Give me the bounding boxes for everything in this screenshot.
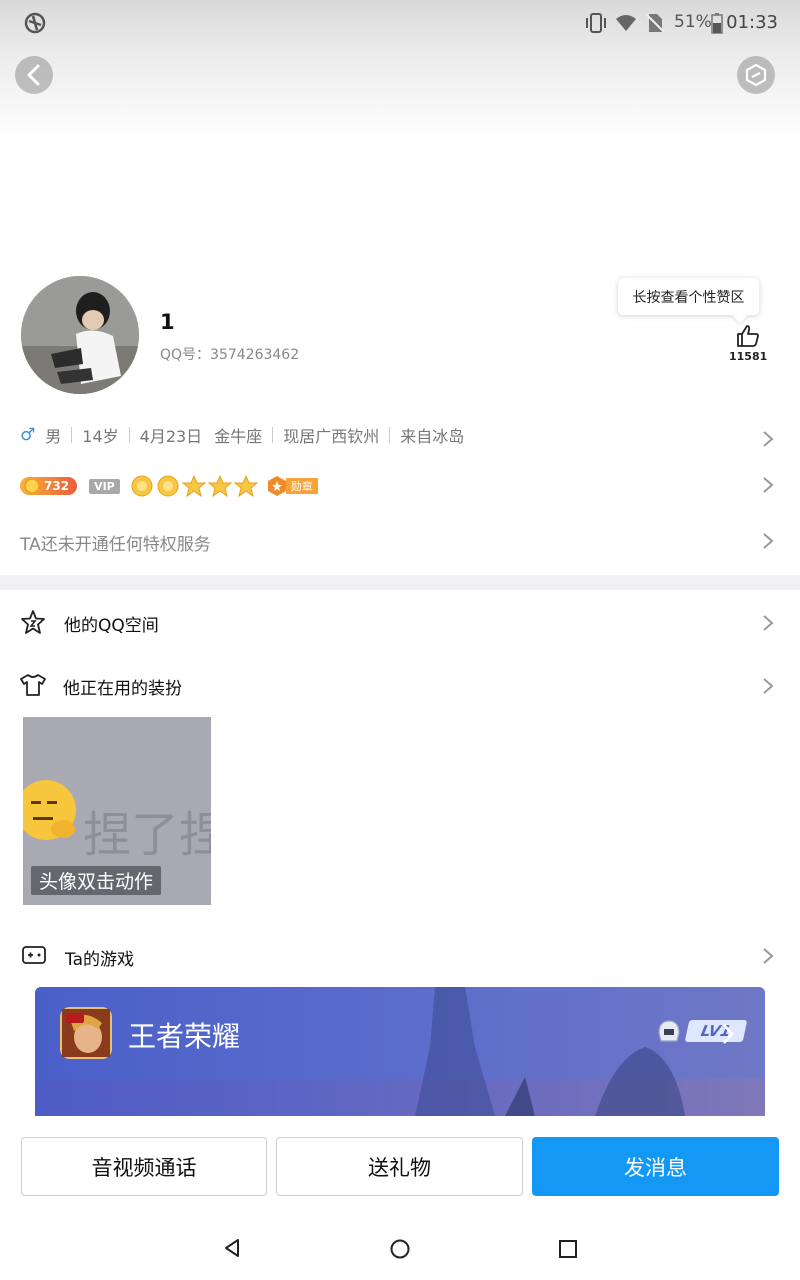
chevron-left-icon [27, 64, 40, 86]
game-hero-icon [62, 1009, 110, 1057]
clock: 01:33 [726, 12, 778, 33]
divider [71, 427, 73, 443]
gender-text: 男 [45, 427, 62, 446]
gamepad-icon [22, 946, 46, 964]
action-caption: 头像双击动作 [31, 866, 162, 895]
outfit-link[interactable]: 他正在用的装扮 [63, 674, 182, 699]
location-text: 现居广西钦州 [283, 427, 380, 446]
profile-info-row[interactable]: ♂ 男 14岁 4月23日 金牛座 现居广西钦州 来自冰岛 [20, 424, 464, 446]
game-app-icon [60, 1007, 112, 1059]
avatar[interactable] [21, 276, 139, 394]
hexagon-settings-icon [745, 63, 767, 87]
chevron-right-icon[interactable] [762, 614, 774, 632]
chevron-right-icon [723, 1024, 734, 1044]
tshirt-icon [20, 674, 46, 696]
battery-icon [711, 13, 723, 34]
bottom-action-bar: 音视频通话 送礼物 发消息 [0, 1116, 800, 1216]
games-link[interactable]: Ta的游戏 [65, 945, 134, 970]
divider [389, 427, 391, 443]
level-tag: LV1 [684, 1020, 748, 1042]
thumbs-up-icon[interactable] [736, 324, 760, 348]
qq-number: QQ号：3574263462 [160, 347, 300, 363]
nav-home-icon[interactable] [389, 1238, 411, 1260]
star-outline-icon [21, 610, 45, 634]
nickname: 1 [160, 310, 175, 334]
rank-helmet-icon [658, 1020, 680, 1042]
privilege-status[interactable]: TA还未开通任何特权服务 [20, 530, 211, 555]
medal-icon [267, 476, 286, 496]
send-gift-button[interactable]: 送礼物 [276, 1137, 523, 1196]
more-options-button[interactable] [737, 56, 775, 94]
points-value: 732 [44, 479, 70, 493]
badges-row[interactable]: 732 VIP 勋章 [20, 473, 318, 499]
system-navigation-bar [0, 1216, 800, 1280]
video-call-button[interactable]: 音视频通话 [21, 1137, 267, 1196]
divider [128, 427, 130, 443]
chevron-right-icon[interactable] [762, 476, 774, 494]
action-text: 捏了捏 [83, 807, 211, 863]
like-tooltip: 长按查看个性赞区 [618, 278, 759, 315]
chevron-right-icon[interactable] [762, 532, 774, 550]
like-count: 11581 [729, 350, 768, 363]
game-card[interactable]: 王者荣耀 LV1 [35, 987, 765, 1116]
back-button[interactable] [15, 56, 53, 94]
zodiac-text: 金牛座 [214, 427, 263, 446]
app-notification-icon [24, 12, 46, 34]
vibrate-icon [586, 13, 606, 33]
gender-icon: ♂ [20, 425, 36, 445]
avatar-double-tap-action-card[interactable]: 捏了捏 头像双击动作 [23, 717, 211, 905]
no-sim-icon [645, 13, 665, 33]
points-badge: 732 [20, 477, 78, 495]
game-name: 王者荣耀 [128, 1020, 241, 1053]
birthday-text: 4月23日 [139, 427, 203, 446]
medal-label: 勋章 [285, 478, 318, 494]
chevron-right-icon[interactable] [762, 677, 774, 695]
like-tooltip-text: 长按查看个性赞区 [632, 289, 745, 306]
divider [272, 427, 274, 443]
battery-percent: 51% [674, 12, 712, 32]
nav-recents-icon[interactable] [558, 1239, 578, 1259]
qzone-link[interactable]: 他的QQ空间 [64, 611, 159, 636]
hometown-text: 来自冰岛 [400, 427, 465, 446]
section-divider [0, 575, 800, 590]
medal-badge: 勋章 [266, 475, 318, 497]
coin-icon [24, 478, 40, 494]
vip-badge: VIP [89, 478, 120, 494]
avatar-photo [21, 276, 139, 394]
status-bar: 51% 01:33 [0, 0, 800, 46]
chevron-right-icon[interactable] [762, 430, 774, 448]
level-stars-icon [131, 474, 259, 498]
send-message-button[interactable]: 发消息 [532, 1137, 779, 1196]
age-text: 14岁 [82, 427, 119, 446]
pinch-emoji-icon [23, 780, 76, 840]
nav-back-icon[interactable] [222, 1238, 242, 1258]
wifi-icon [616, 15, 636, 31]
chevron-right-icon[interactable] [762, 947, 774, 965]
